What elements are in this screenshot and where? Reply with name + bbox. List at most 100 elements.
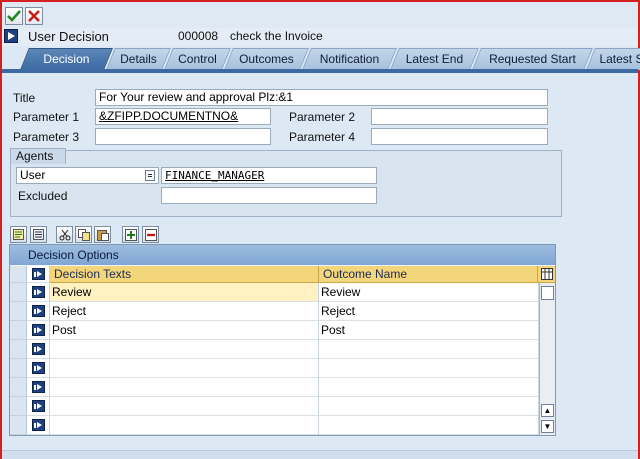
decision-text-cell[interactable] [50,378,319,397]
column-header-outcome-name[interactable]: Outcome Name [319,266,538,283]
step-type-title: User Decision [28,29,109,44]
row-selector[interactable] [10,397,27,416]
decision-text-cell[interactable] [50,359,319,378]
decision-icon [31,286,45,298]
tab-strip: Decision Details Control Outcomes Notifi… [2,48,640,70]
dropdown-icon[interactable] [145,170,155,181]
paste-icon [96,229,109,241]
parameter-4-label: Parameter 4 [289,130,356,144]
excluded-input[interactable] [161,187,377,204]
check-icon [7,10,21,22]
decision-step-icon [4,29,18,43]
tab-latest-start[interactable]: Latest St [586,48,640,70]
parameter-4-input[interactable] [371,128,548,145]
delete-row-icon [144,228,157,241]
outcome-name-cell[interactable] [319,359,539,378]
decision-icon [31,419,45,431]
copy-icon [77,228,90,241]
tab-requested-start[interactable]: Requested Start [472,48,593,70]
parameter-1-label: Parameter 1 [13,110,80,124]
outcome-name-cell[interactable]: Post [319,321,539,340]
outcome-name-cell[interactable] [319,340,539,359]
delete-row-button[interactable] [142,226,159,243]
sort-button[interactable] [30,226,47,243]
header-icon-cell [27,266,50,283]
parameter-3-label: Parameter 3 [13,130,80,144]
table-settings-icon [540,268,553,280]
row-icon-cell [27,397,50,416]
table-title: Decision Options [10,245,555,265]
tab-notification[interactable]: Notification [302,48,397,70]
task-description: check the Invoice [230,29,323,43]
column-header-decision-texts[interactable]: Decision Texts [50,266,319,283]
row-selector[interactable] [10,416,27,435]
row-icon-cell [27,378,50,397]
row-icon-cell [27,359,50,378]
arrow-up-icon: ▲ [543,406,552,415]
insert-row-icon [124,228,137,241]
outcome-name-cell[interactable]: Review [319,283,539,302]
row-selector[interactable] [10,340,27,359]
row-icon-cell [27,416,50,435]
outcome-name-cell[interactable] [319,397,539,416]
outcome-name-cell[interactable] [319,378,539,397]
row-selector[interactable] [10,378,27,397]
decision-icon [31,400,45,412]
row-icon-cell [27,302,50,321]
agent-type-value: User [20,168,46,182]
cross-icon [28,10,40,22]
details-button[interactable] [10,226,27,243]
row-selector[interactable] [10,302,27,321]
outcome-name-cell[interactable] [319,416,539,435]
row-icon-cell [27,340,50,359]
decision-options-table: Decision Options Decision Texts Outcome … [9,244,556,436]
paste-button[interactable] [94,226,111,243]
tab-details[interactable]: Details [106,48,171,70]
document-icon [33,229,44,240]
title-label: Title [13,91,36,105]
scroll-up-button[interactable]: ▲ [541,404,554,417]
row-selector[interactable] [10,359,27,378]
parameter-3-input[interactable] [95,128,271,145]
title-input[interactable]: For Your review and approval Plz:&1 [95,89,548,106]
scrollbar-thumb[interactable] [541,286,554,300]
application-toolbar [2,2,638,28]
select-all-cell[interactable] [10,266,27,283]
insert-row-button[interactable] [122,226,139,243]
agents-group-label: Agents [16,149,54,163]
scroll-down-button[interactable]: ▼ [541,420,554,433]
parameter-1-input[interactable]: &ZFIPP.DOCUMENTNO& [95,108,271,125]
decision-icon [31,324,45,336]
vertical-scrollbar[interactable]: ▲ ▼ [539,283,555,435]
tab-outcomes[interactable]: Outcomes [224,48,309,70]
parameter-2-label: Parameter 2 [289,110,356,124]
list-detail-icon [13,229,24,240]
decision-text-cell[interactable]: Post [50,321,319,340]
row-selector[interactable] [10,321,27,340]
decision-text-cell[interactable]: Reject [50,302,319,321]
row-icon-cell [27,283,50,302]
row-icon-cell [27,321,50,340]
agent-user-input[interactable]: FINANCE_MANAGER [161,167,377,184]
cancel-button[interactable] [25,7,43,25]
tab-latest-end[interactable]: Latest End [390,48,479,70]
excluded-label: Excluded [18,189,68,203]
copy-button[interactable] [75,226,92,243]
status-strip [2,450,638,459]
task-id: 000008 [178,29,219,43]
confirm-button[interactable] [5,7,23,25]
row-selector[interactable] [10,283,27,302]
cut-button[interactable] [56,226,73,243]
decision-text-cell[interactable] [50,397,319,416]
decision-icon [31,305,45,317]
agent-type-select[interactable]: User [16,167,159,184]
decision-text-cell[interactable] [50,340,319,359]
decision-text-cell[interactable] [50,416,319,435]
outcome-name-cell[interactable]: Reject [319,302,539,321]
tab-control[interactable]: Control [164,48,231,70]
column-config-button[interactable] [538,266,555,283]
parameter-2-input[interactable] [371,108,548,125]
tab-decision[interactable]: Decision [20,48,113,70]
decision-text-cell[interactable]: Review [50,283,319,302]
decision-icon [31,343,45,355]
